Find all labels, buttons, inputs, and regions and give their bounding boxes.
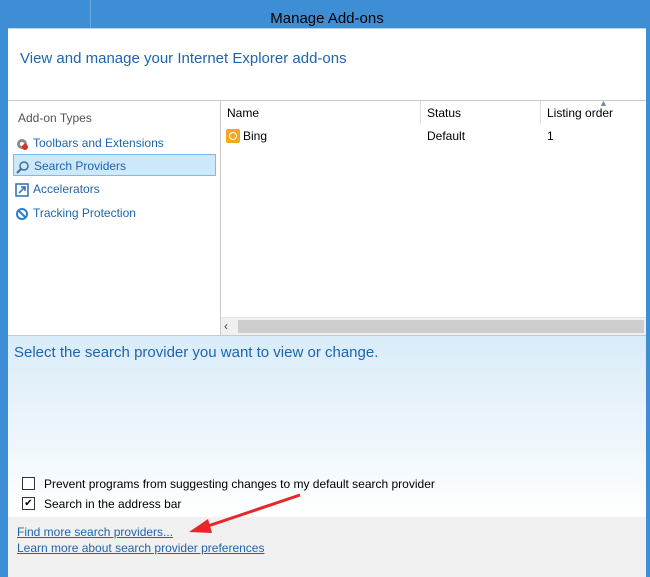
annotation-arrow xyxy=(189,493,301,533)
